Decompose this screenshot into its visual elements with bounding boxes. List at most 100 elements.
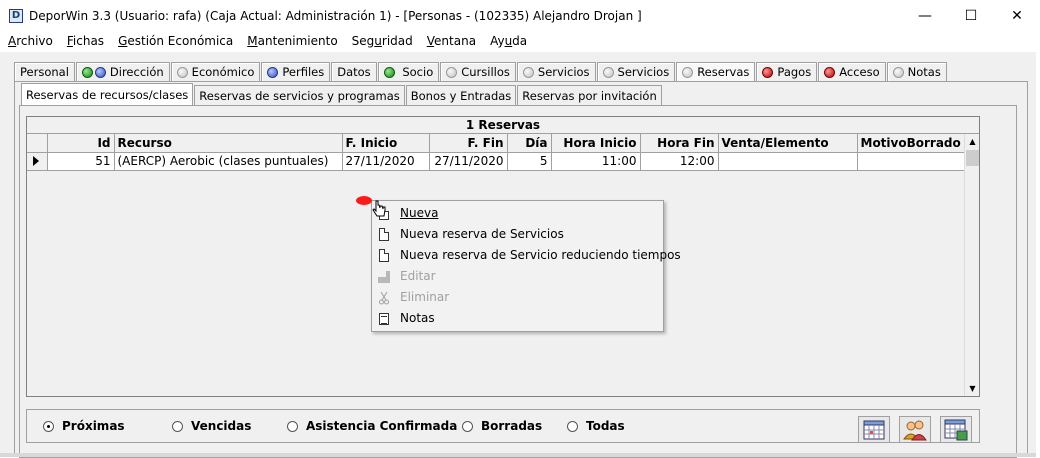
column-header-f-inicio[interactable]: F. Inicio bbox=[342, 134, 430, 153]
cell-f-fin[interactable]: 27/11/2020 bbox=[429, 152, 508, 171]
scroll-up-icon[interactable]: ▲ bbox=[965, 134, 980, 149]
tab-servicios-1[interactable]: Servicios bbox=[516, 62, 596, 81]
scissors-icon bbox=[377, 290, 391, 305]
radio-proximas[interactable]: Próximas bbox=[43, 419, 125, 433]
tab-datos[interactable]: Datos bbox=[331, 62, 377, 81]
radio-borradas[interactable]: Borradas bbox=[462, 419, 542, 433]
status-gray-icon bbox=[892, 66, 904, 78]
column-header-f-fin[interactable]: F. Fin bbox=[429, 134, 508, 153]
radio-selected-icon[interactable] bbox=[43, 420, 54, 432]
cell-motivo-borrado[interactable] bbox=[857, 152, 966, 171]
status-strip bbox=[0, 453, 1036, 457]
context-menu-label: Eliminar bbox=[400, 290, 450, 304]
status-gray-icon bbox=[602, 66, 614, 78]
radio-icon[interactable] bbox=[462, 420, 473, 432]
row-indicator bbox=[27, 152, 48, 171]
radio-asistencia-confirmada[interactable]: Asistencia Confirmada bbox=[287, 419, 457, 433]
minimize-button[interactable]: — bbox=[902, 0, 948, 31]
app-icon: D bbox=[9, 8, 23, 23]
context-menu-item-notas[interactable]: Notas bbox=[372, 308, 663, 329]
scroll-down-icon[interactable]: ▼ bbox=[965, 381, 980, 396]
subtab-reservas-recursos[interactable]: Reservas de recursos/clases bbox=[21, 83, 194, 105]
maximize-button[interactable]: ☐ bbox=[948, 0, 994, 31]
schedule-grid-button[interactable] bbox=[940, 416, 972, 443]
menu-ayuda[interactable]: Ayuda bbox=[483, 34, 534, 48]
cell-f-inicio[interactable]: 27/11/2020 bbox=[342, 152, 430, 171]
radio-vencidas[interactable]: Vencidas bbox=[172, 419, 251, 433]
edit-icon bbox=[377, 269, 391, 284]
menu-gestion-economica[interactable]: Gestión Económica bbox=[111, 34, 240, 48]
column-header-recurso[interactable]: Recurso bbox=[114, 134, 343, 153]
context-menu-item-editar: Editar bbox=[372, 266, 663, 287]
people-icon bbox=[903, 420, 927, 440]
tab-reservas[interactable]: Reservas bbox=[676, 62, 756, 81]
context-menu-label: Notas bbox=[400, 311, 435, 325]
status-blue-icon bbox=[94, 66, 106, 78]
context-menu-item-eliminar: Eliminar bbox=[372, 287, 663, 308]
table-row[interactable]: 51 (AERCP) Aerobic (clases puntuales) 27… bbox=[27, 152, 966, 171]
cell-recurso[interactable]: (AERCP) Aerobic (clases puntuales) bbox=[114, 152, 343, 171]
radio-todas[interactable]: Todas bbox=[567, 419, 625, 433]
context-menu-label: Editar bbox=[400, 269, 436, 283]
main-tab-strip: Personal Dirección Económico Perfiles Da… bbox=[14, 62, 948, 81]
cell-dia[interactable]: 5 bbox=[507, 152, 552, 171]
status-red-icon bbox=[824, 66, 836, 78]
cell-id[interactable]: 51 bbox=[47, 152, 115, 171]
subtab-reservas-servicios[interactable]: Reservas de servicios y programas bbox=[194, 85, 405, 105]
column-header-motivo-borrado[interactable]: MotivoBorrado bbox=[857, 134, 966, 153]
status-green-icon bbox=[81, 66, 93, 78]
tab-socio[interactable]: Socio bbox=[377, 62, 440, 81]
tab-perfiles[interactable]: Perfiles bbox=[261, 62, 331, 81]
close-button[interactable]: ✕ bbox=[994, 0, 1040, 31]
context-menu: Nueva Nueva reserva de Servicios Nueva r… bbox=[371, 200, 681, 332]
notes-icon bbox=[377, 311, 391, 326]
menu-fichas[interactable]: Fichas bbox=[60, 34, 111, 48]
grid-vertical-scrollbar[interactable]: ▲ ▼ bbox=[964, 134, 979, 396]
radio-icon[interactable] bbox=[567, 420, 578, 432]
cell-hora-fin[interactable]: 12:00 bbox=[640, 152, 719, 171]
status-gray-icon bbox=[682, 66, 694, 78]
column-header-dia[interactable]: Día bbox=[507, 134, 552, 153]
tab-personal[interactable]: Personal bbox=[14, 62, 75, 81]
tab-notas[interactable]: Notas bbox=[886, 62, 947, 81]
radio-icon[interactable] bbox=[172, 420, 183, 432]
column-header-hora-fin[interactable]: Hora Fin bbox=[640, 134, 719, 153]
menu-seguridad[interactable]: Seguridad bbox=[345, 34, 420, 48]
context-menu-item-nueva-reserva-reduciendo[interactable]: Nueva reserva de Servicio reduciendo tie… bbox=[372, 245, 681, 266]
column-header-venta-elemento[interactable]: Venta/Elemento bbox=[718, 134, 858, 153]
tab-cursillos[interactable]: Cursillos bbox=[440, 62, 516, 81]
cell-venta-elemento[interactable] bbox=[718, 152, 858, 171]
status-gray-icon bbox=[446, 66, 458, 78]
hand-cursor-icon bbox=[372, 200, 386, 217]
tab-pagos[interactable]: Pagos bbox=[756, 62, 818, 81]
menu-mantenimiento[interactable]: Mantenimiento bbox=[240, 34, 344, 48]
status-red-icon bbox=[762, 66, 774, 78]
menu-archivo[interactable]: Archivo bbox=[0, 34, 60, 48]
calendar-grid-button[interactable] bbox=[858, 416, 890, 443]
filter-bar: Próximas Vencidas Asistencia Confirmada … bbox=[26, 409, 980, 443]
tab-direccion[interactable]: Dirección bbox=[75, 62, 170, 81]
status-green-icon bbox=[383, 66, 395, 78]
tab-acceso[interactable]: Acceso bbox=[818, 62, 886, 81]
sub-tab-strip: Reservas de recursos/clases Reservas de … bbox=[21, 83, 663, 105]
scroll-thumb[interactable] bbox=[966, 150, 979, 166]
context-menu-item-nueva-reserva-servicios[interactable]: Nueva reserva de Servicios bbox=[372, 224, 663, 245]
status-gray-icon bbox=[176, 66, 188, 78]
context-menu-item-nueva[interactable]: Nueva bbox=[372, 203, 663, 224]
grid-caption: 1 Reservas bbox=[27, 117, 979, 134]
people-button[interactable] bbox=[899, 416, 931, 443]
column-header-hora-inicio[interactable]: Hora Inicio bbox=[551, 134, 641, 153]
context-menu-label: Nueva reserva de Servicio reduciendo tie… bbox=[400, 248, 681, 262]
menu-bar: Archivo Fichas Gestión Económica Manteni… bbox=[0, 31, 1040, 51]
menu-ventana[interactable]: Ventana bbox=[420, 34, 483, 48]
subtab-bonos-entradas[interactable]: Bonos y Entradas bbox=[405, 85, 517, 105]
table-header-row: Id Recurso F. Inicio F. Fin Día Hora Ini… bbox=[27, 134, 966, 153]
tab-servicios-2[interactable]: Servicios bbox=[596, 62, 676, 81]
column-header-id[interactable]: Id bbox=[47, 134, 115, 153]
window-title: DeporWin 3.3 (Usuario: rafa) (Caja Actua… bbox=[29, 8, 642, 23]
tab-economico[interactable]: Económico bbox=[170, 62, 261, 81]
radio-icon[interactable] bbox=[287, 420, 298, 432]
schedule-grid-icon bbox=[944, 419, 968, 440]
subtab-reservas-invitacion[interactable]: Reservas por invitación bbox=[517, 85, 662, 105]
cell-hora-inicio[interactable]: 11:00 bbox=[551, 152, 641, 171]
